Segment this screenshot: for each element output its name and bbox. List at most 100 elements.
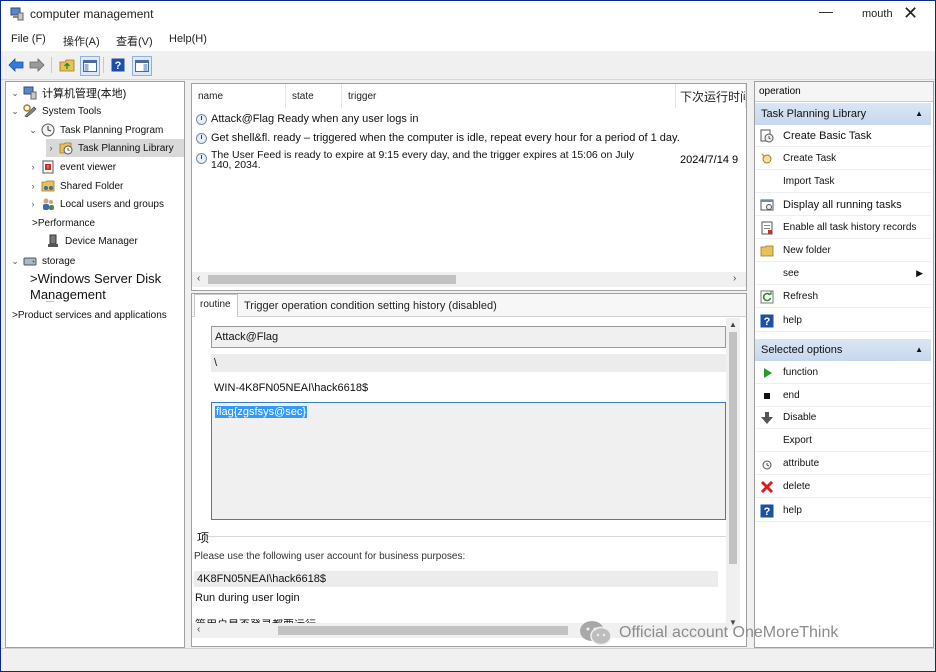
column-header-state[interactable]: state [286,84,342,108]
tree-item-system-tools[interactable]: ⌄ System Tools [10,102,101,120]
action-delete[interactable]: delete [755,476,931,498]
action-disable[interactable]: Disable [755,407,931,429]
collapse-icon[interactable]: ⌄ [10,106,20,117]
collapse-caret-icon[interactable]: ▲ [915,109,923,118]
action-import-task[interactable]: Import Task [755,171,931,193]
action-label: delete [783,481,811,492]
show-hide-tree-button[interactable] [80,56,100,76]
tree-item-computer-management[interactable]: ⌄ 计算机管理(本地) [10,84,126,102]
column-header-name[interactable]: name [192,84,286,108]
column-header-trigger[interactable]: trigger [342,84,676,108]
expand-icon[interactable]: › [28,199,38,209]
collapse-icon[interactable]: ⌄ [28,125,38,136]
expand-icon[interactable]: › [28,162,38,172]
run-when-logged-on-option[interactable]: Run during user login [195,592,300,604]
show-hide-tree-icon [83,60,97,72]
scroll-right-icon[interactable]: › [733,273,736,284]
action-new-folder[interactable]: New folder [755,240,931,262]
action-properties[interactable]: attribute [755,453,931,475]
tree-item-label: Shared Folder [60,180,124,192]
collapse-icon[interactable]: ⌄ [10,88,20,99]
tree-item-task-library[interactable]: › Task Planning Library [46,139,184,157]
help-button[interactable]: ? [109,56,127,74]
minimize-button[interactable]: — [819,3,835,25]
task-name-field[interactable]: Attack@Flag [211,326,726,348]
back-button[interactable] [7,56,25,74]
expand-icon[interactable]: › [28,181,38,191]
task-row[interactable]: Get shell&fl. ready – triggered when the… [196,129,742,147]
computer-management-icon [10,7,24,21]
up-level-button[interactable] [58,56,76,74]
disable-icon [761,411,773,424]
scroll-left-icon[interactable]: ‹ [197,624,200,635]
action-label: Refresh [783,291,819,302]
tree-item-services[interactable]: >Product services and applications [12,306,167,324]
menu-action[interactable]: 操作(A) [63,33,100,49]
tree-item-device-manager[interactable]: Device Manager [46,232,138,250]
section-header-task-library[interactable]: Task Planning Library ▲ [755,103,931,125]
collapse-caret-icon[interactable]: ▲ [915,345,923,354]
action-end[interactable]: end [755,385,931,407]
tree-item-disk-management-line2[interactable]: Management [30,285,106,303]
action-help-selected[interactable]: ? help [755,500,931,522]
running-tasks-icon [760,199,774,210]
action-display-running-tasks[interactable]: Display all running tasks [755,194,931,216]
action-view[interactable]: see ▶ [755,263,931,285]
section-title: Selected options [761,344,843,356]
forward-button[interactable] [28,56,46,74]
task-row[interactable]: The User Feed is ready to expire at 9:15… [196,150,742,180]
tree-item-event-viewer[interactable]: › ! event viewer [28,158,116,176]
action-export[interactable]: Export [755,430,931,452]
action-create-task[interactable]: Create Task [755,148,931,170]
details-vertical-scrollbar[interactable]: ▲ ▼ [726,318,740,630]
show-hide-action-button[interactable] [132,56,152,76]
tree-item-performance[interactable]: >Performance [32,214,95,232]
action-enable-history[interactable]: Enable all task history records [755,217,931,239]
scrollbar-thumb[interactable] [208,275,456,284]
task-description-box[interactable]: flag{zgsfsys@sec} [211,402,726,520]
expand-icon[interactable]: › [46,143,56,153]
tree-item-storage[interactable]: ⌄ storage [10,252,75,270]
scroll-left-icon[interactable]: ‹ [197,273,200,284]
tree-item-task-scheduler[interactable]: ⌄ Task Planning Program [28,121,163,139]
task-list-horizontal-scrollbar[interactable]: ‹ › [192,272,746,287]
watermark: Official account OneMoreThink [579,619,838,647]
help-icon: ? [760,314,774,328]
close-button[interactable]: ✕ [903,3,921,25]
collapse-icon[interactable]: ⌄ [10,256,20,267]
action-run[interactable]: function [755,362,931,384]
properties-icon [762,460,772,469]
action-label: end [783,390,800,401]
menu-view[interactable]: 查看(V) [116,33,153,49]
wechat-logo-icon [580,621,612,646]
section-header-selected-options[interactable]: Selected options ▲ [755,339,931,361]
system-tools-icon [23,104,37,118]
scrollbar-thumb[interactable] [278,626,568,635]
action-refresh[interactable]: Refresh [755,286,931,308]
scrollbar-thumb[interactable] [729,332,737,564]
tab-trigger-history[interactable]: Trigger operation condition setting hist… [244,300,497,312]
blank-icon [760,175,774,189]
menu-file[interactable]: File (F) [11,33,46,45]
tree-item-local-users[interactable]: › Local users and groups [28,195,164,213]
account-field: 4K8FN05NEAI\hack6618$ [194,571,718,587]
menu-bar: File (F) 操作(A) 查看(V) Help(H) [1,29,935,51]
actions-pane: operation Task Planning Library ▲ Create… [754,81,934,648]
task-row[interactable]: Attack@Flag Ready when any user logs in [196,110,742,128]
task-details-pane: routine Trigger operation condition sett… [191,293,747,647]
action-create-basic-task[interactable]: Create Basic Task [755,125,931,147]
folder-icon [760,245,774,256]
menu-help[interactable]: Help(H) [169,33,207,45]
action-help[interactable]: ? help [755,310,931,332]
tab-routine[interactable]: routine [200,299,231,310]
task-row-text: Attack@Flag Ready when any user logs in [211,113,419,125]
blank-icon [760,434,774,448]
stop-icon [764,392,770,399]
watermark-text: Official account OneMoreThink [619,624,839,641]
action-label: New folder [783,245,831,256]
action-label: Disable [783,412,817,423]
task-description-text[interactable]: flag{zgsfsys@sec} [215,406,308,418]
scroll-up-icon[interactable]: ▲ [729,320,737,329]
column-header-next-run[interactable]: 下次运行时间 [676,84,746,108]
tree-item-shared-folder[interactable]: › Shared Folder [28,177,124,195]
